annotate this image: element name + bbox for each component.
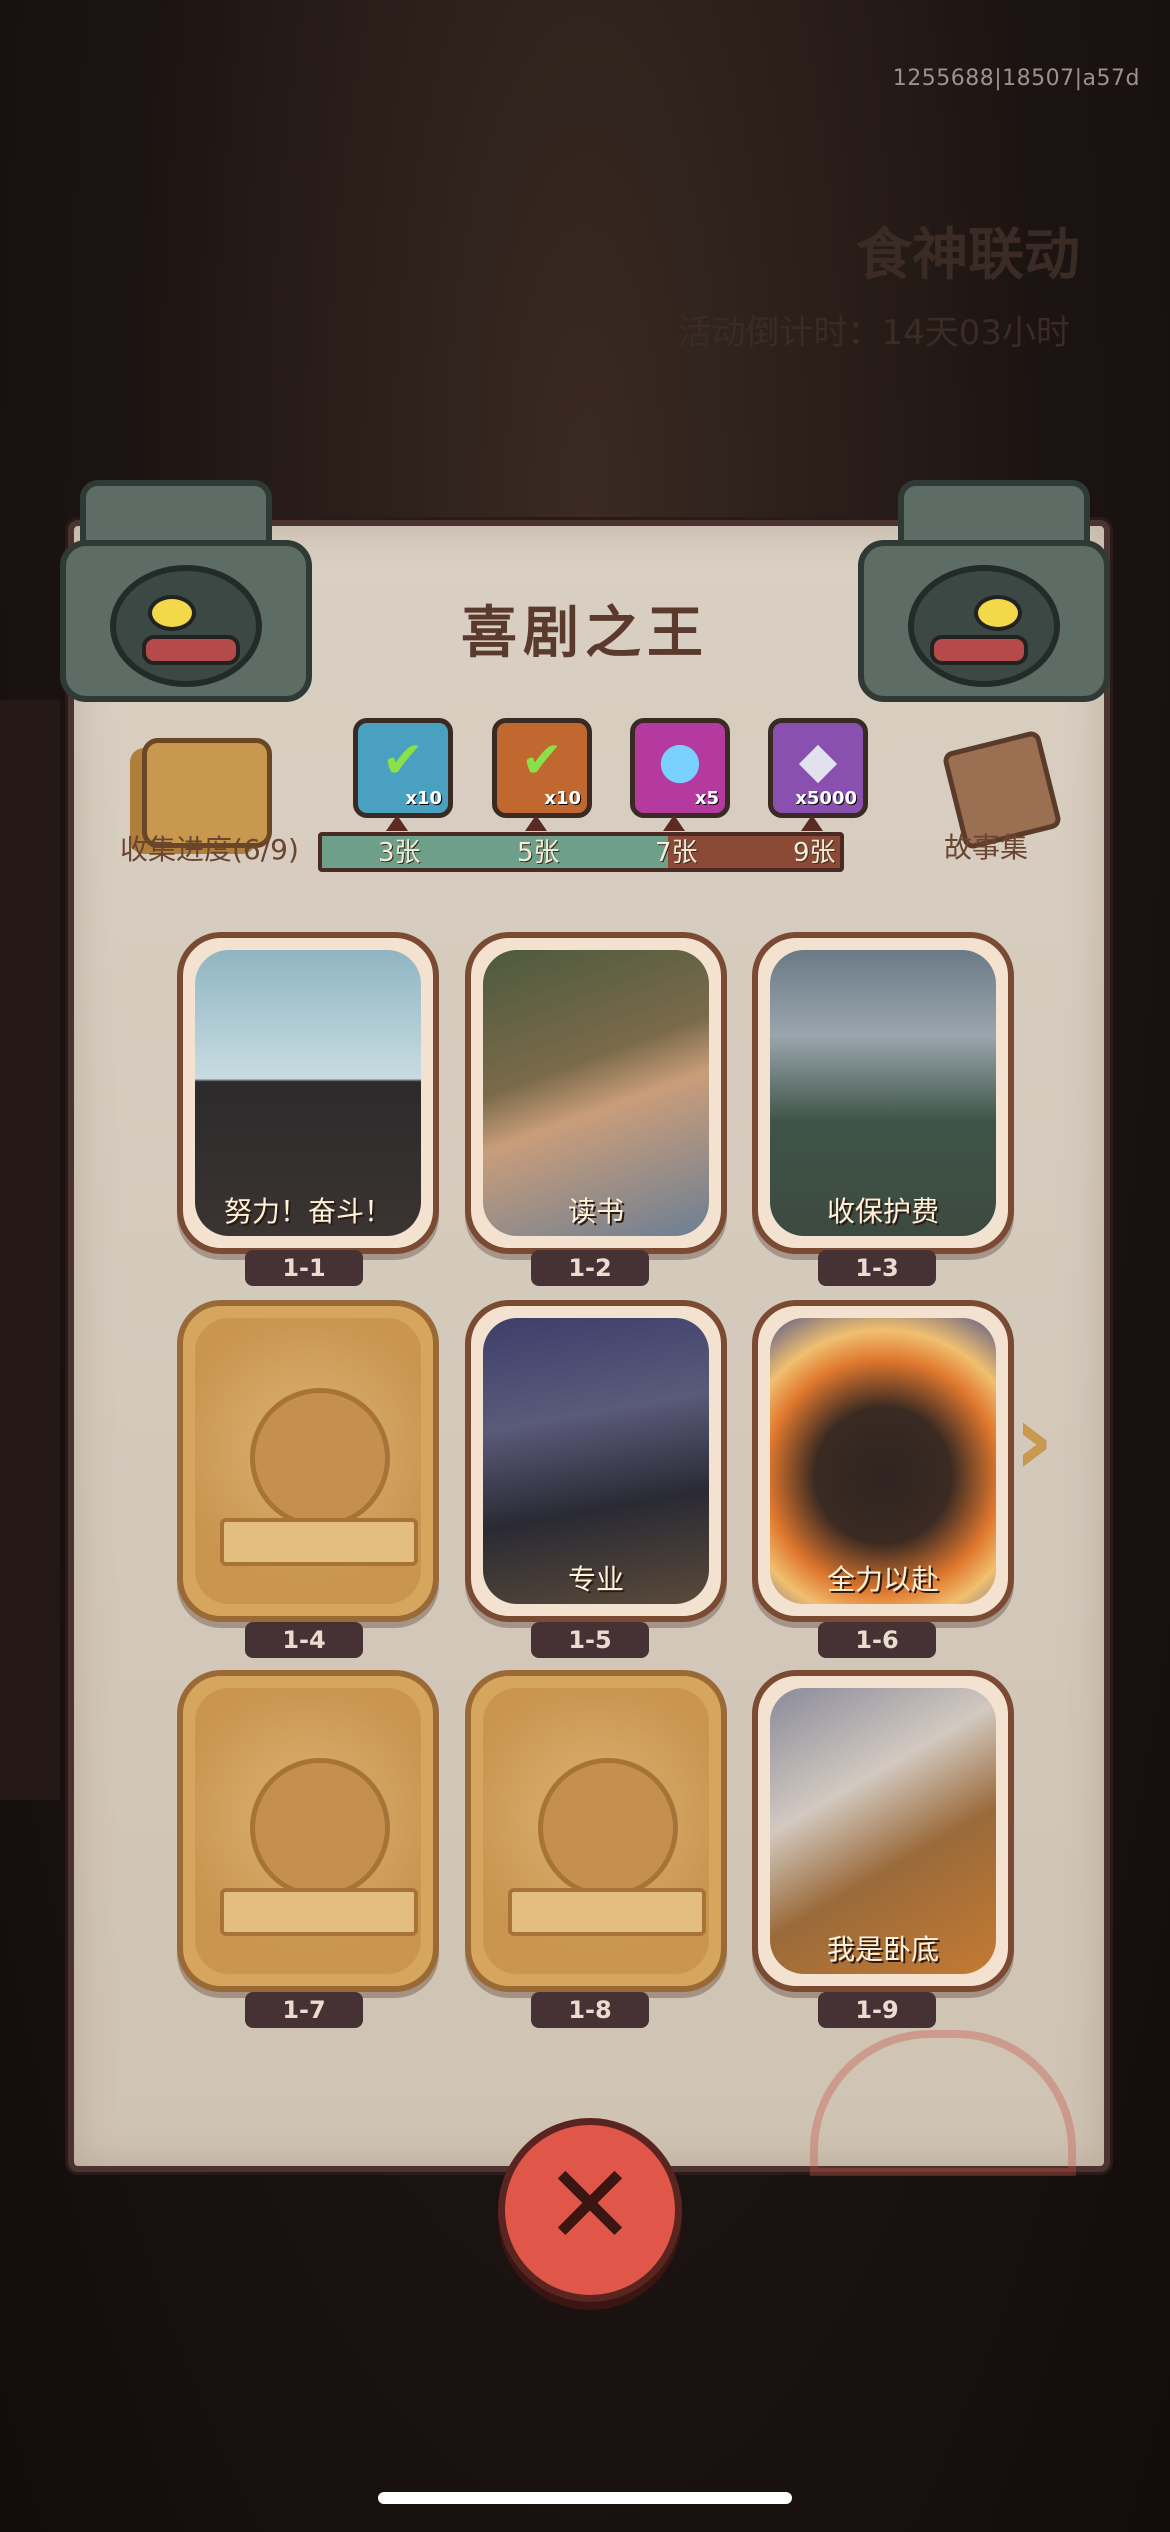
locked-portrait-icon [250, 1758, 390, 1898]
story-collection-label[interactable]: 故事集 [944, 826, 1028, 866]
reward-qty: x10 [405, 788, 442, 809]
background-event-title: 食神联动 [856, 223, 1080, 288]
card-caption: 我是卧底 [826, 1933, 939, 1966]
milestone-label: 5张 [517, 838, 560, 868]
collection-progress-label: 收集进度(6/9) [120, 833, 299, 866]
story-card-1-1[interactable]: 努力！奋斗！ [177, 932, 439, 1254]
background-shelf [0, 700, 60, 1800]
background-countdown: 活动倒计时：14天03小时 [677, 313, 1070, 353]
reward-4[interactable]: ◆ x5000 [768, 718, 868, 818]
reward-qty: x5000 [795, 788, 857, 809]
card-caption: 全力以赴 [826, 1563, 939, 1596]
card-caption: 专业 [567, 1563, 624, 1596]
story-card-1-4-locked[interactable] [177, 1300, 439, 1622]
card-id-tag: 1-1 [245, 1250, 363, 1286]
card-id-tag: 1-8 [531, 1992, 649, 2028]
close-button[interactable]: ✕ [498, 2118, 682, 2302]
milestone-marker [663, 815, 685, 831]
chest-check-icon: ✔ [382, 731, 424, 789]
milestone-label: 7张 [655, 838, 698, 868]
card-id-tag: 1-5 [531, 1622, 649, 1658]
reward-qty: x5 [694, 788, 719, 809]
version-text: 1255688|18507|a57d [892, 66, 1140, 91]
crystal-icon: ◆ [798, 731, 838, 789]
card-id-tag: 1-3 [818, 1250, 936, 1286]
reward-1[interactable]: ✔ x10 [353, 718, 453, 818]
camera-right-decoration [840, 460, 1140, 710]
card-caption: 努力！奋斗！ [223, 1195, 392, 1228]
home-indicator[interactable] [378, 2492, 792, 2504]
reward-3[interactable]: ● x5 [630, 718, 730, 818]
story-card-1-9[interactable]: 我是卧底 [752, 1670, 1014, 1992]
milestone-marker [801, 815, 823, 831]
story-card-1-7-locked[interactable] [177, 1670, 439, 1992]
milestone-marker [525, 815, 547, 831]
locked-portrait-icon [250, 1388, 390, 1528]
card-caption: 收保护费 [826, 1195, 939, 1228]
story-card-1-3[interactable]: 收保护费 [752, 932, 1014, 1254]
panel-title: 喜剧之王 [461, 601, 709, 666]
reward-2[interactable]: ✔ x10 [492, 718, 592, 818]
card-id-tag: 1-6 [818, 1622, 936, 1658]
locked-portrait-icon [538, 1758, 678, 1898]
chest-check-icon: ✔ [521, 731, 563, 789]
story-card-1-5[interactable]: 专业 [465, 1300, 727, 1622]
story-card-1-2[interactable]: 读书 [465, 932, 727, 1254]
progress-fill [322, 836, 668, 868]
milestone-label: 9张 [793, 838, 836, 868]
card-id-tag: 1-7 [245, 1992, 363, 2028]
reward-qty: x10 [544, 788, 581, 809]
milestone-marker [386, 815, 408, 831]
milestone-label: 3张 [378, 838, 421, 868]
card-id-tag: 1-4 [245, 1622, 363, 1658]
purple-disc-icon: ● [658, 731, 702, 789]
card-id-tag: 1-9 [818, 1992, 936, 2028]
next-page-arrow-icon[interactable]: › [1014, 1390, 1084, 1490]
story-card-1-6[interactable]: 全力以赴 [752, 1300, 1014, 1622]
camera-left-decoration [30, 460, 330, 710]
card-caption: 读书 [567, 1195, 624, 1228]
card-id-tag: 1-2 [531, 1250, 649, 1286]
story-card-1-8-locked[interactable] [465, 1670, 727, 1992]
close-icon: ✕ [543, 2141, 637, 2269]
